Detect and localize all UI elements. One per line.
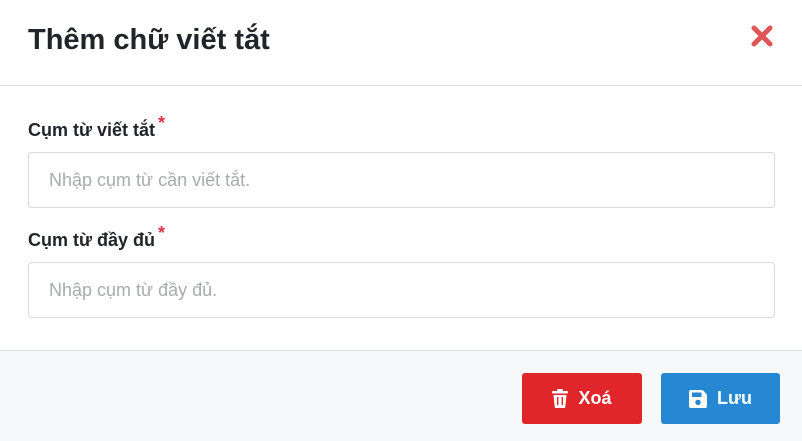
dialog-footer: Xoá Lưu [0,350,802,441]
dialog-header: Thêm chữ viết tắt [0,0,802,86]
floppy-disk-icon [688,389,707,408]
full-phrase-input[interactable] [28,262,775,318]
abbreviation-input[interactable] [28,152,775,208]
trash-icon [552,389,569,408]
save-button-label: Lưu [716,388,753,408]
required-mark: * [158,113,166,133]
close-icon [751,25,773,52]
add-abbreviation-dialog: Thêm chữ viết tắt Cụm từ viết tắt* Cụm t… [0,0,802,441]
required-mark: * [158,223,166,243]
close-button[interactable] [748,24,776,52]
full-phrase-label-text: Cụm từ đầy đủ [28,230,156,250]
dialog-title: Thêm chữ viết tắt [28,24,270,56]
abbreviation-label: Cụm từ viết tắt * [28,113,165,142]
delete-button-label: Xoá [578,388,612,408]
delete-button[interactable]: Xoá [522,373,642,424]
save-button[interactable]: Lưu [661,373,780,424]
full-phrase-label: Cụm từ đầy đủ * [28,223,165,252]
abbreviation-label-text: Cụm từ viết tắt [28,120,156,140]
dialog-body: Cụm từ viết tắt* Cụm từ đầy đủ* [0,86,802,350]
